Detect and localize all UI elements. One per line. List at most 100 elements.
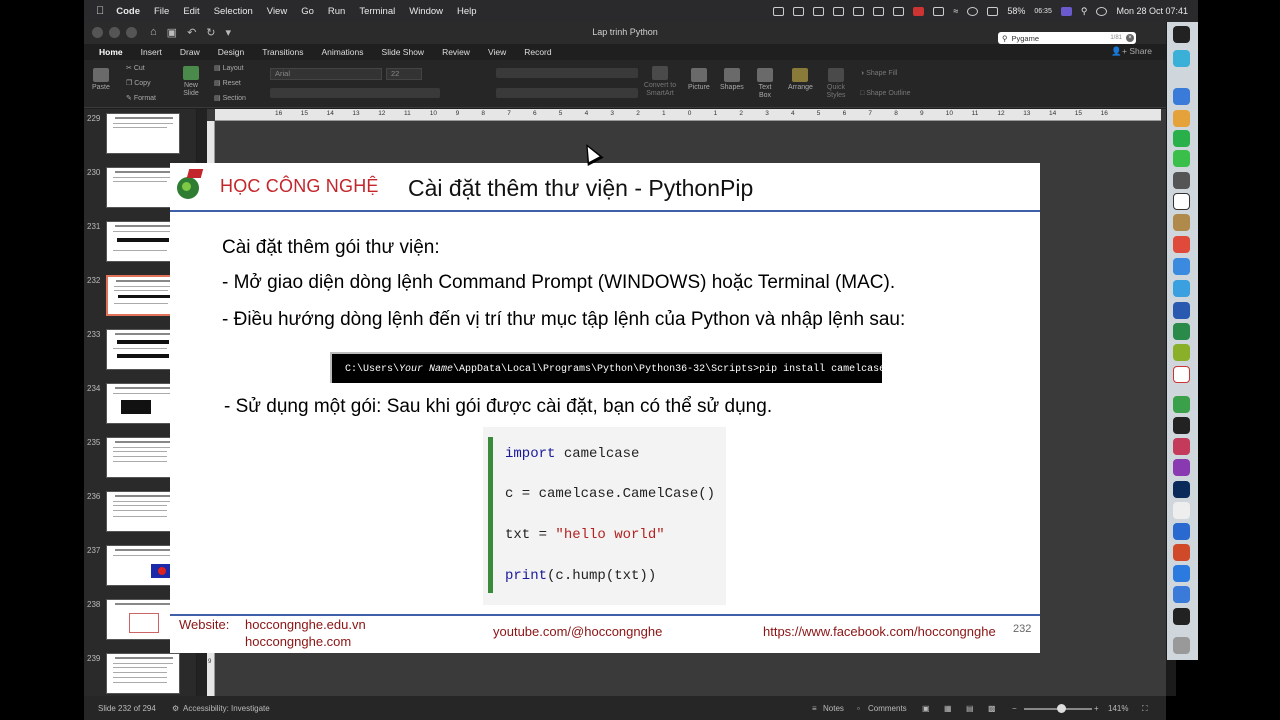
list-buttons[interactable] — [496, 68, 638, 78]
menu-edit[interactable]: Edit — [183, 6, 199, 17]
slide-thumbnail[interactable] — [106, 491, 180, 532]
menu-app-name[interactable]: Code — [116, 6, 140, 17]
body-line-navigate[interactable]: - Điều hướng dòng lệnh đến vị trí thư mụ… — [222, 309, 905, 331]
menu-terminal[interactable]: Terminal — [359, 6, 395, 17]
keyboard-icon[interactable] — [893, 6, 905, 16]
slide-232[interactable]: HỌC CÔNG NGHỆ Cài đặt thêm thư viện - Py… — [170, 163, 1040, 653]
finder-icon[interactable] — [1173, 88, 1190, 105]
reset-button[interactable]: ▤ Reset — [214, 79, 241, 87]
body-line-terminal[interactable]: - Mở giao diện dòng lệnh Command Prompt … — [222, 272, 895, 294]
terminal-icon[interactable] — [1173, 417, 1190, 434]
shapes-button[interactable]: Shapes — [720, 68, 744, 91]
screen-icon[interactable] — [793, 6, 805, 16]
font-name-select[interactable]: Arial — [270, 68, 382, 80]
menu-file[interactable]: File — [154, 6, 169, 17]
apps-grid-icon[interactable] — [1173, 586, 1190, 603]
search-icon[interactable]: ⚲ — [1081, 6, 1088, 17]
wifi-icon[interactable]: ≈ — [953, 6, 958, 16]
alignment-buttons[interactable] — [496, 88, 638, 98]
menu-help[interactable]: Help — [457, 6, 477, 17]
section-button[interactable]: ▤ Section — [214, 94, 246, 102]
slide-thumbnail[interactable] — [106, 167, 180, 208]
font-size-select[interactable]: 22 — [386, 68, 422, 80]
notes-button[interactable]: Notes — [823, 704, 844, 713]
tab-view[interactable]: View — [479, 47, 515, 57]
chrome-icon[interactable] — [1173, 236, 1190, 253]
comments-button[interactable]: Comments — [868, 704, 907, 713]
coda-icon[interactable] — [1173, 396, 1190, 413]
shape-outline-button[interactable]: □ Shape Outline — [860, 90, 911, 97]
share-button[interactable]: 👤+ Share — [1111, 46, 1152, 57]
tab-insert[interactable]: Insert — [132, 47, 171, 57]
record-icon[interactable] — [773, 6, 785, 16]
menu-view[interactable]: View — [267, 6, 287, 17]
slide-thumbnail[interactable] — [106, 383, 180, 424]
control-center-icon[interactable] — [1060, 6, 1072, 16]
tab-draw[interactable]: Draw — [171, 47, 209, 57]
apple-icon[interactable]:  — [96, 5, 104, 17]
excel-icon[interactable] — [1173, 323, 1190, 340]
body-heading[interactable]: Cài đặt thêm gói thư viện: — [222, 237, 440, 259]
slide-thumbnail[interactable] — [106, 437, 180, 478]
safari-icon[interactable] — [1173, 280, 1190, 297]
zoom-slider-handle[interactable] — [1057, 704, 1066, 713]
slide-thumbnail[interactable] — [106, 221, 180, 262]
tray-app-icon[interactable] — [1173, 50, 1190, 67]
reading-view-icon[interactable]: ▤ — [966, 704, 974, 713]
siri-icon[interactable] — [1096, 6, 1108, 16]
tab-home[interactable]: Home — [90, 47, 132, 57]
git-icon[interactable] — [1173, 438, 1190, 455]
word-icon[interactable] — [1173, 302, 1190, 319]
lightbulb-app-icon[interactable] — [1173, 26, 1190, 43]
slide-thumbnail[interactable] — [106, 113, 180, 154]
picture-button[interactable]: Picture — [688, 68, 710, 91]
body-line-usage[interactable]: - Sử dụng một gói: Sau khi gói được cài … — [224, 396, 772, 418]
layout-button[interactable]: ▤ Layout — [214, 64, 244, 72]
photoshop-icon[interactable] — [1173, 481, 1190, 498]
battery-icon[interactable] — [987, 6, 999, 16]
facetime-icon[interactable] — [1173, 130, 1190, 147]
tab-animations[interactable]: Animations — [312, 47, 372, 57]
lock-icon[interactable] — [933, 6, 945, 16]
grid-icon[interactable] — [873, 6, 885, 16]
paste-button[interactable]: Paste — [92, 68, 110, 91]
arrange-button[interactable]: Arrange — [788, 68, 813, 91]
quick-styles-button[interactable]: Quick Styles — [822, 68, 850, 100]
menu-go[interactable]: Go — [301, 6, 314, 17]
zalo-icon[interactable] — [1173, 565, 1190, 582]
thumbnail-229[interactable]: 229 — [84, 111, 196, 159]
cut-button[interactable]: ✂ Cut — [126, 64, 145, 72]
slide-thumbnail[interactable] — [106, 599, 180, 640]
tab-slide-show[interactable]: Slide Show — [373, 47, 434, 57]
slide-thumbnail-selected[interactable] — [106, 275, 180, 316]
vim-icon[interactable] — [1173, 344, 1190, 361]
format-painter-button[interactable]: ✎ Format — [126, 94, 156, 102]
slide-thumbnail[interactable] — [106, 545, 180, 586]
menu-run[interactable]: Run — [328, 6, 345, 17]
font-format-buttons[interactable] — [270, 88, 440, 98]
slide-sorter-icon[interactable]: ▦ — [944, 704, 952, 713]
slideshow-icon[interactable]: ▩ — [988, 704, 996, 713]
play-icon[interactable] — [967, 6, 979, 16]
zoom-level[interactable]: 141% — [1108, 704, 1128, 713]
trash-icon[interactable] — [1173, 637, 1190, 654]
layers-icon[interactable] — [833, 6, 845, 16]
zoom-in-icon[interactable]: + — [1094, 704, 1099, 713]
tab-transitions[interactable]: Transitions — [253, 47, 312, 57]
onenote-icon[interactable] — [1173, 459, 1190, 476]
code-block[interactable]: import camelcase c = camelcase.CamelCase… — [483, 427, 726, 605]
normal-view-icon[interactable]: ▣ — [922, 704, 930, 713]
mail-icon[interactable] — [1173, 258, 1190, 275]
slide-thumbnail[interactable] — [106, 653, 180, 694]
footer-youtube[interactable]: youtube.com/@hoccongnghe — [493, 624, 662, 639]
menu-window[interactable]: Window — [409, 6, 443, 17]
lightbulb-dock-icon[interactable] — [1173, 608, 1190, 625]
zoom-out-icon[interactable]: − — [1012, 704, 1017, 713]
command-line-box[interactable]: C:\Users\Your Name\AppData\Local\Program… — [330, 352, 885, 383]
vscode-icon[interactable] — [1173, 523, 1190, 540]
accessibility-icon[interactable]: ⚙ — [172, 704, 179, 713]
accessibility-status[interactable]: Accessibility: Investigate — [183, 704, 270, 713]
messages-icon[interactable] — [1173, 150, 1190, 167]
powerpoint-icon[interactable] — [1173, 544, 1190, 561]
clock[interactable]: Mon 28 Oct 07:41 — [1116, 6, 1188, 16]
